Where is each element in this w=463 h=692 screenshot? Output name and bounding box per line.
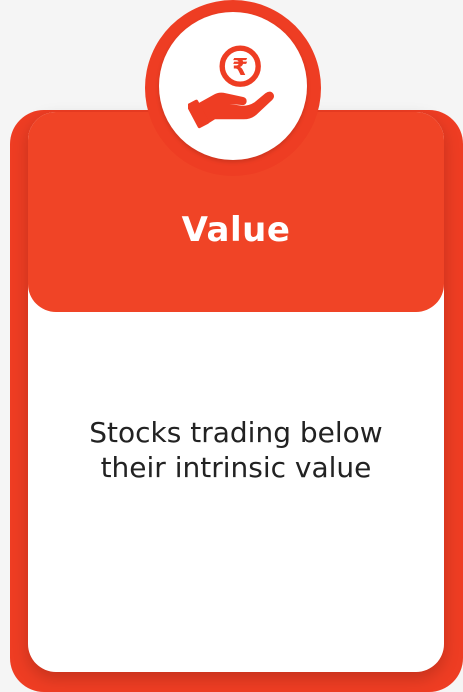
icon-badge: ₹	[145, 0, 321, 176]
value-card: Value Stocks trading below their intrins…	[28, 112, 444, 672]
icon-circle: ₹	[159, 12, 307, 160]
rupee-symbol: ₹	[232, 53, 248, 81]
card-description: Stocks trading below their intrinsic val…	[89, 416, 383, 484]
hand-rupee-icon: ₹	[188, 45, 275, 129]
card-title: Value	[181, 210, 291, 250]
